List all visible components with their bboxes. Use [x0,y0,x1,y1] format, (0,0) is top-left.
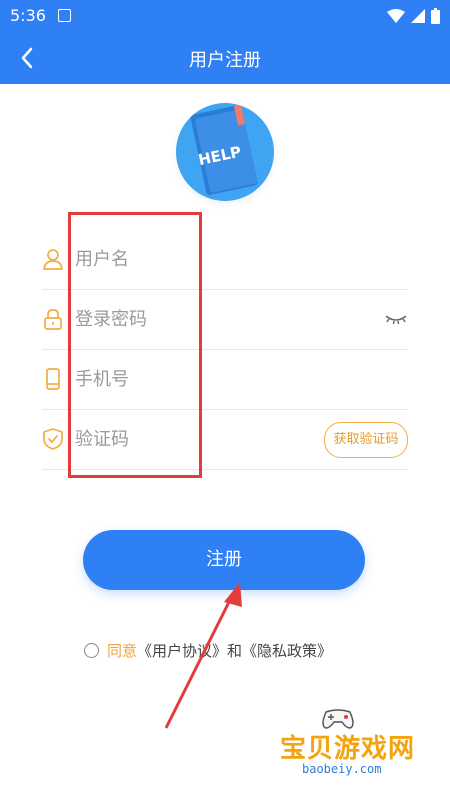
status-time: 5:36 [10,6,46,25]
phone-icon [46,368,60,390]
password-row [42,290,408,350]
watermark: 宝贝游戏网 baobeiy.com [278,706,418,786]
register-form: 获取验证码 [42,230,408,470]
and-text: 和 [227,641,243,660]
app-logo: HELP [176,103,274,201]
username-input[interactable] [75,242,335,276]
phone-input[interactable] [75,362,335,396]
user-agreement-link[interactable]: 《用户协议》 [137,640,227,661]
agreement-row: 同意 《用户协议》 和 《隐私政策》 [84,640,332,660]
agree-text: 同意 [107,641,138,660]
help-book-icon: HELP [190,104,258,195]
verification-code-input[interactable] [75,422,275,456]
wifi-icon [387,9,405,23]
code-row: 获取验证码 [42,410,408,470]
nav-bar: 用户注册 [0,32,450,84]
lock-icon [44,309,62,330]
watermark-text: 宝贝游戏网 [280,734,416,764]
watermark-url: baobeiy.com [302,762,382,776]
signal-icon [411,9,425,23]
battery-icon [431,8,440,24]
page-title: 用户注册 [189,50,261,71]
system-icons [387,7,440,25]
privacy-policy-link[interactable]: 《隐私政策》 [242,640,332,661]
notification-icon [58,9,71,22]
password-input[interactable] [75,302,335,336]
get-code-button[interactable]: 获取验证码 [324,422,408,458]
user-icon [43,249,63,270]
eye-closed-icon[interactable] [384,310,408,328]
username-row [42,230,408,290]
agree-radio[interactable] [84,642,99,658]
gamepad-icon [322,709,354,729]
phone-row [42,350,408,410]
register-button[interactable]: 注册 [83,530,365,590]
shield-check-icon [43,428,63,450]
status-bar: 5:36 [0,0,450,32]
